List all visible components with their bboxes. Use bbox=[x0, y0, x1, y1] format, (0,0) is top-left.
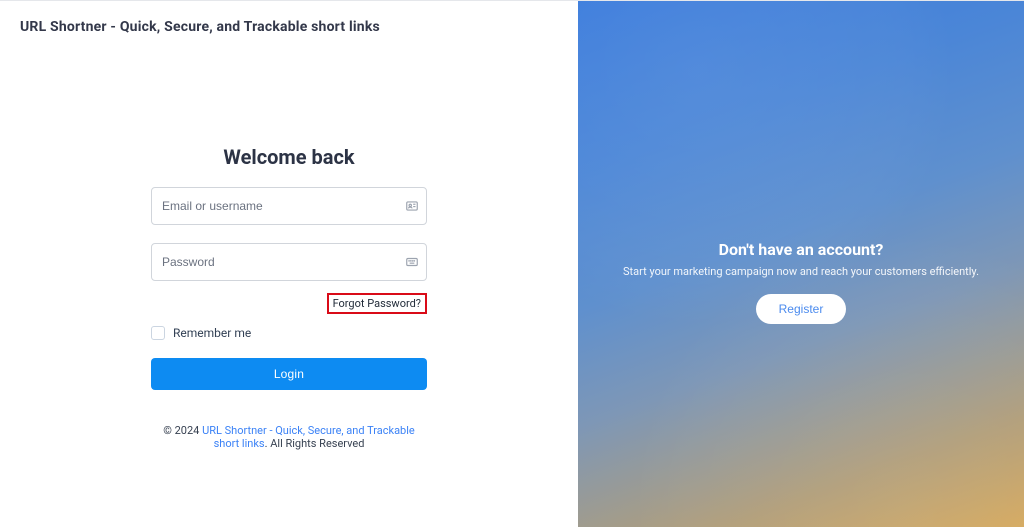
forgot-row: Forgot Password? bbox=[151, 293, 427, 314]
right-panel: Don't have an account? Start your market… bbox=[578, 1, 1024, 527]
login-area: Welcome back bbox=[0, 35, 578, 527]
email-field[interactable] bbox=[151, 187, 427, 225]
forgot-password-link[interactable]: Forgot Password? bbox=[327, 293, 427, 314]
login-heading: Welcome back bbox=[223, 145, 354, 169]
brand-title: URL Shortner - Quick, Secure, and Tracka… bbox=[20, 19, 558, 35]
password-field[interactable] bbox=[151, 243, 427, 281]
login-button[interactable]: Login bbox=[151, 358, 427, 390]
login-form: Forgot Password? Remember me Login © 202… bbox=[151, 187, 427, 450]
remember-checkbox[interactable] bbox=[151, 326, 165, 340]
promo-block: Don't have an account? Start your market… bbox=[585, 240, 1017, 324]
email-field-wrap bbox=[151, 187, 427, 225]
footer-prefix: © 2024 bbox=[163, 424, 202, 437]
promo-subtext: Start your marketing campaign now and re… bbox=[623, 265, 979, 278]
remember-row: Remember me bbox=[151, 326, 427, 340]
brand-header: URL Shortner - Quick, Secure, and Tracka… bbox=[0, 1, 578, 35]
footer-text: © 2024 URL Shortner - Quick, Secure, and… bbox=[151, 424, 427, 450]
password-field-wrap bbox=[151, 243, 427, 281]
left-panel: URL Shortner - Quick, Secure, and Tracka… bbox=[0, 1, 578, 527]
login-page: URL Shortner - Quick, Secure, and Tracka… bbox=[0, 0, 1024, 527]
remember-label: Remember me bbox=[173, 326, 251, 340]
register-button[interactable]: Register bbox=[756, 294, 846, 324]
promo-heading: Don't have an account? bbox=[623, 240, 979, 259]
footer-suffix: . All Rights Reserved bbox=[265, 437, 365, 450]
